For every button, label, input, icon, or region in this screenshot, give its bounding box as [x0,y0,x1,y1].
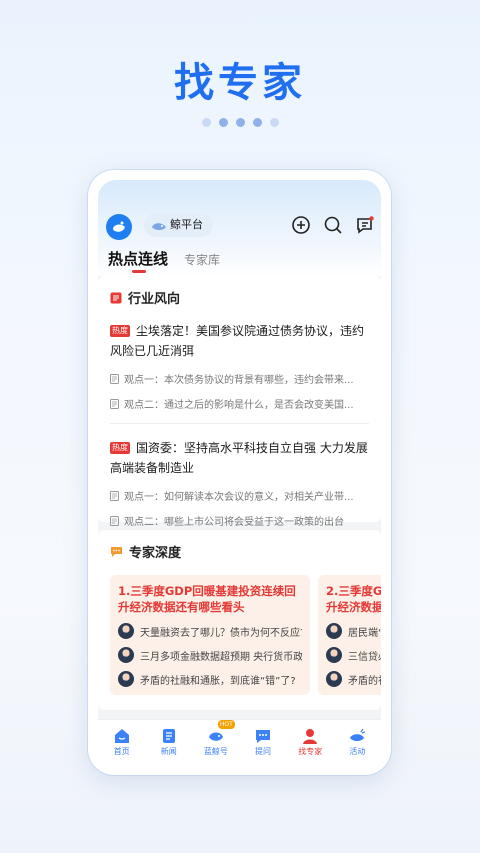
expert-line[interactable]: 三月多项金融数据超预期 央行货币政... [118,647,302,663]
news-item[interactable]: 热度 尘埃落定！美国参议院通过债务协议，违约风险已几近消弭 观点一：本次债务协议的… [110,321,369,424]
hot-badge: 热度 [110,325,130,337]
news-title: 国资委：坚持高水平科技自立自强 大力发展高端装备制造业 [110,441,368,475]
nav-activity[interactable]: 活动 [337,728,377,757]
carousel-dot[interactable] [201,118,211,127]
industry-trend-section: 行业风向 热度 尘埃落定！美国参议院通过债务协议，违约风险已几近消弭 观点一：本次… [98,276,381,528]
avatar [326,671,342,687]
phone-mockup: 鲸平台 热点连线 专家库 行业风向 热度 尘埃落定！美国参议院通过债务协议，违约… [88,170,391,775]
app-logo-icon[interactable] [106,214,132,240]
topic-title: 2.三季度GDP回暖基建投资连续回升经济数据还有哪些看头 [326,584,381,614]
tab-expert-library[interactable]: 专家库 [184,251,220,269]
expert-card-list: 1.三季度GDP回暖基建投资连续回升经济数据还有哪些看头 天量融资去了哪儿？债市… [110,575,381,695]
avatar [118,671,134,687]
viewpoint-line[interactable]: 观点一：如何解读本次会议的意义，对相关产业带... [110,488,369,503]
expert-line[interactable]: 天量融资去了哪儿？债市为何不反应? [118,623,302,639]
viewpoint-line[interactable]: 观点一：本次债务协议的背景有哪些，违约会带来... [110,371,369,386]
hot-badge: 热度 [110,442,130,454]
expert-depth-section: 专家深度 1.三季度GDP回暖基建投资连续回升经济数据还有哪些看头 天量融资去了… [98,530,381,710]
news-item[interactable]: 热度 国资委：坚持高水平科技自立自强 大力发展高端装备制造业 观点一：如何解读本次… [110,438,369,528]
carousel-dot[interactable] [235,118,245,127]
document-icon [110,515,119,526]
chat-bubble-icon [111,546,122,557]
content-tabs: 热点连线 专家库 [108,248,220,273]
news-title: 尘埃落定！美国参议院通过债务协议，违约风险已几近消弭 [110,324,365,358]
app-screen: 鲸平台 热点连线 专家库 行业风向 热度 尘埃落定！美国参议院通过债务协议，违约… [98,180,381,765]
bottom-navigation: 首页 新闻 HOT 蓝鲸号 提问 找专家 活动 [98,719,381,765]
nav-find-expert[interactable]: 找专家 [290,728,330,757]
divider [110,423,369,424]
home-icon [114,728,130,744]
search-icon[interactable] [323,215,343,235]
document-icon [110,398,119,409]
avatar [326,647,342,663]
expert-line[interactable]: 三信贷必 [326,647,381,663]
header-actions [291,215,375,235]
nav-bluewhale[interactable]: HOT 蓝鲸号 [196,720,236,757]
page-headline: 找专家 [174,60,306,106]
document-icon [110,373,119,384]
trend-icon [110,292,122,303]
app-header: 鲸平台 热点连线 专家库 [98,180,381,276]
add-icon[interactable] [291,215,311,235]
expert-line[interactable]: 矛盾的社融和通胀，到底谁“错”了? [118,671,302,687]
carousel-indicator [0,118,480,127]
expert-line[interactable]: 矛盾的社 [326,671,381,687]
topic-title: 1.三季度GDP回暖基建投资连续回升经济数据还有哪些看头 [118,584,296,614]
industry-trend-title: 行业风向 [110,288,369,307]
chat-icon [255,728,271,744]
carousel-dot[interactable] [269,118,279,127]
whale-icon [208,728,224,744]
viewpoint-line[interactable]: 观点二：通过之后的影响是什么，是否会改变美国... [110,396,369,411]
tab-hot-connect[interactable]: 热点连线 [108,248,168,273]
carousel-dot[interactable] [218,118,228,127]
nav-ask[interactable]: 提问 [243,728,283,757]
avatar [118,647,134,663]
viewpoint-line[interactable]: 观点二：哪些上市公司将会受益于这一政策的出台 [110,513,369,528]
platform-chip-label: 鲸平台 [170,218,203,231]
nav-news[interactable]: 新闻 [149,728,189,757]
nav-home[interactable]: 首页 [102,728,142,757]
expert-icon [302,728,318,744]
platform-chip[interactable]: 鲸平台 [144,213,213,237]
whale-icon [151,218,167,242]
expert-line[interactable]: 居民端“ [326,623,381,639]
message-icon[interactable] [355,215,375,235]
carousel-dot[interactable] [252,118,262,127]
document-icon [110,490,119,501]
news-icon [161,728,177,744]
avatar [118,623,134,639]
expert-topic-card[interactable]: 1.三季度GDP回暖基建投资连续回升经济数据还有哪些看头 天量融资去了哪儿？债市… [110,575,310,695]
expert-depth-title: 专家深度 [110,542,381,561]
activity-icon [349,728,366,744]
avatar [326,623,342,639]
expert-topic-card[interactable]: 2.三季度GDP回暖基建投资连续回升经济数据还有哪些看头 居民端“ 三信贷必 矛… [318,575,381,695]
